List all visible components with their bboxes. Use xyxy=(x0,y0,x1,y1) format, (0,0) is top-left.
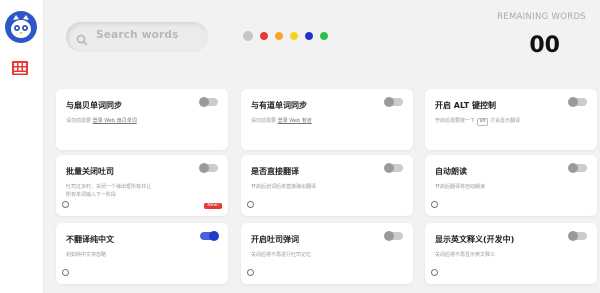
toggle-switch[interactable] xyxy=(568,231,587,241)
setting-card-english-definition: 显示英文释义(开发中) 关闭后将不再显示英文释义 xyxy=(425,223,597,284)
card-desc-text: 开启后需要按一下 xyxy=(435,118,476,124)
book-grid-icon[interactable] xyxy=(12,60,28,76)
card-title: 与有道单词同步 xyxy=(251,101,307,110)
radio-indicator[interactable] xyxy=(247,201,254,208)
color-dot-green[interactable] xyxy=(320,32,328,40)
card-title: 开启 ALT 键控制 xyxy=(435,101,496,110)
card-description: 请勿前需要 登录 Web 有道 xyxy=(251,117,393,125)
toggle-switch[interactable] xyxy=(384,97,403,107)
owl-logo-icon[interactable] xyxy=(5,11,37,43)
alt-key-badge: alt xyxy=(476,118,489,126)
toggle-switch[interactable] xyxy=(199,97,218,107)
radio-indicator[interactable] xyxy=(431,269,438,276)
card-title: 显示英文释义(开发中) xyxy=(435,235,515,244)
card-description: 吐司过多时，关闭一个弹出框所有并让 所有单词输入下一阶段 xyxy=(66,183,208,199)
setting-card-shanbay-sync: 与扇贝单词同步 请勿前需要 登录 Web 扇贝单词 xyxy=(56,89,228,150)
search-placeholder: Search words xyxy=(96,29,179,41)
toggle-knob xyxy=(568,163,578,173)
setting-card-auto-read: 自动朗读 开启后翻译将自动朗读 xyxy=(425,155,597,216)
card-description: 开启后需要按一下 alt 才会显示翻译 xyxy=(435,117,577,126)
toggle-knob xyxy=(209,231,219,241)
toggle-knob xyxy=(384,231,394,241)
toggle-switch[interactable] xyxy=(384,231,403,241)
toggle-knob xyxy=(568,231,578,241)
setting-card-batch-close-toast: 批量关闭吐司 吐司过多时，关闭一个弹出框所有并让 所有单词输入下一阶段 New! xyxy=(56,155,228,216)
card-desc-text: 吐司过多时，关闭一个弹出框所有并让 xyxy=(66,184,152,190)
toggle-switch[interactable] xyxy=(568,97,587,107)
toggle-knob xyxy=(384,163,394,173)
setting-card-toast-words: 开启吐司弹词 关闭后将不再进行吐司记忆 xyxy=(241,223,413,284)
setting-card-skip-chinese: 不翻译纯中文 划如纯中文将忽略 xyxy=(56,223,228,284)
youdao-login-link[interactable]: 登录 Web 有道 xyxy=(278,118,312,124)
color-dot-orange[interactable] xyxy=(275,32,283,40)
toggle-knob xyxy=(384,97,394,107)
radio-indicator[interactable] xyxy=(62,201,69,208)
card-desc-text: 所有单词输入下一阶段 xyxy=(66,192,117,198)
remaining-words-count: 00 xyxy=(529,33,560,58)
card-title: 批量关闭吐司 xyxy=(66,167,114,176)
card-title: 开启吐司弹词 xyxy=(251,235,299,244)
toggle-knob xyxy=(568,97,578,107)
radio-indicator[interactable] xyxy=(431,201,438,208)
card-description: 请勿前需要 登录 Web 扇贝单词 xyxy=(66,117,208,125)
setting-card-alt-key: 开启 ALT 键控制 开启后需要按一下 alt 才会显示翻译 xyxy=(425,89,597,150)
card-description: 开启后翻译将自动朗读 xyxy=(435,184,486,190)
toggle-switch[interactable] xyxy=(384,163,403,173)
card-desc-text: 请勿前需要 xyxy=(251,118,277,124)
card-title: 是否直接翻译 xyxy=(251,167,299,176)
card-title: 自动朗读 xyxy=(435,167,467,176)
toggle-knob xyxy=(199,97,209,107)
color-dot-gray[interactable] xyxy=(243,31,253,41)
search-icon xyxy=(76,31,88,46)
new-badge: New! xyxy=(204,203,222,209)
card-description: 关闭后将不再进行吐司记忆 xyxy=(251,252,312,258)
remaining-words-label: REMAINING WORDS xyxy=(497,12,586,22)
card-description: 开启后划词后将直接弹出翻译 xyxy=(251,184,317,190)
radio-indicator[interactable] xyxy=(62,269,69,276)
card-title: 不翻译纯中文 xyxy=(66,235,114,244)
setting-card-direct-translate: 是否直接翻译 开启后划词后将直接弹出翻译 xyxy=(241,155,413,216)
card-description: 划如纯中文将忽略 xyxy=(66,252,107,258)
color-dot-blue[interactable] xyxy=(305,32,313,40)
sidebar xyxy=(0,0,44,293)
toggle-switch[interactable] xyxy=(199,163,218,173)
card-title: 与扇贝单词同步 xyxy=(66,101,122,110)
top-bar: Search words REMAINING WORDS 00 xyxy=(44,0,600,82)
toggle-knob xyxy=(199,163,209,173)
card-desc-text: 才会显示翻译 xyxy=(489,118,520,124)
search-input[interactable]: Search words xyxy=(66,22,208,52)
setting-card-youdao-sync: 与有道单词同步 请勿前需要 登录 Web 有道 xyxy=(241,89,413,150)
shanbay-login-link[interactable]: 登录 Web 扇贝单词 xyxy=(93,118,137,124)
card-desc-text: 请勿前需要 xyxy=(66,118,92,124)
color-dot-red[interactable] xyxy=(260,32,268,40)
color-dot-yellow[interactable] xyxy=(290,32,298,40)
toggle-switch[interactable] xyxy=(200,231,219,241)
card-description: 关闭后将不再显示英文释义 xyxy=(435,252,496,258)
radio-indicator[interactable] xyxy=(247,269,254,276)
toggle-switch[interactable] xyxy=(568,163,587,173)
